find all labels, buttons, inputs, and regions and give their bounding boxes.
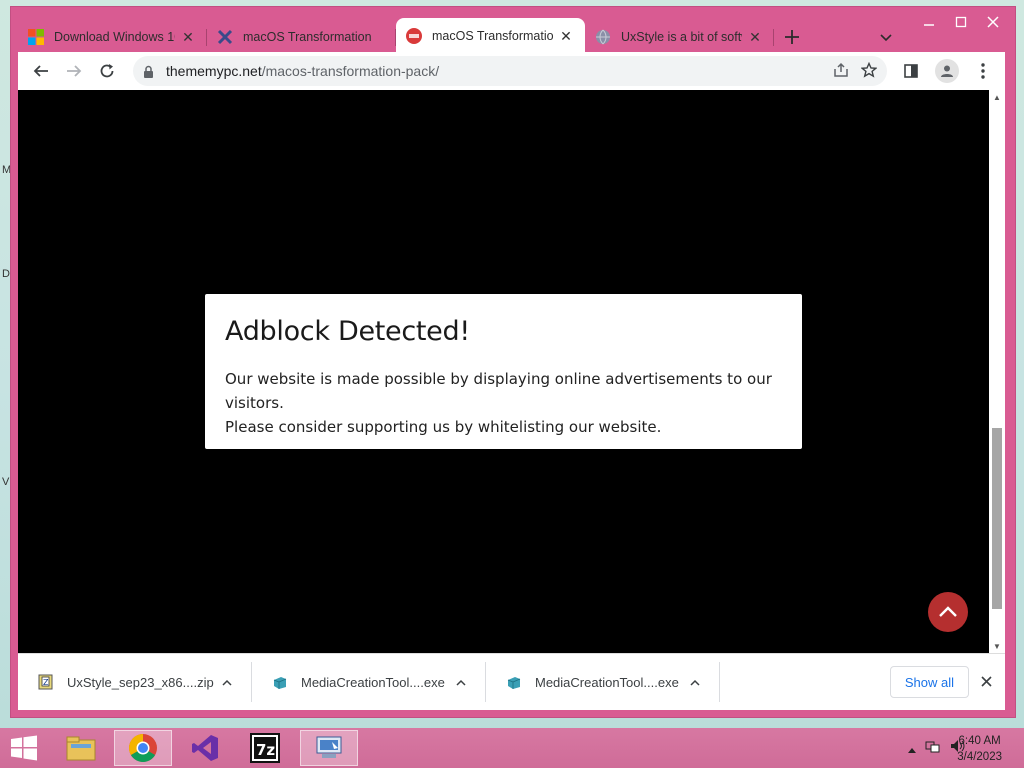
scrollbar-thumb[interactable] <box>992 428 1002 609</box>
adblock-modal: Adblock Detected! Our website is made po… <box>205 294 802 449</box>
network-icon[interactable] <box>925 739 941 758</box>
browser-toolbar: thememypc.net/macos-transformation-pack/ <box>18 52 1005 90</box>
chevron-up-icon[interactable] <box>219 679 235 686</box>
reload-button[interactable] <box>92 56 122 86</box>
tab-search-chevron-down-icon[interactable] <box>876 28 896 48</box>
tab-close-icon[interactable]: ✕ <box>179 29 197 46</box>
7zip-icon[interactable]: 7z <box>236 730 294 766</box>
new-tab-button[interactable] <box>774 20 810 54</box>
download-filename: MediaCreationTool....exe <box>301 674 445 690</box>
download-item[interactable]: Z UxStyle_sep23_x86....zip <box>18 662 252 702</box>
url-path: /macos-transformation-pack/ <box>261 63 440 79</box>
x-tools-icon <box>217 29 233 45</box>
download-filename: UxStyle_sep23_x86....zip <box>67 674 214 690</box>
tab-strip: Download Windows 10 ✕ macOS Transformati… <box>18 14 934 54</box>
visual-studio-icon[interactable] <box>176 730 234 766</box>
installer-icon <box>273 677 287 689</box>
thememypc-logo-icon <box>406 28 422 44</box>
zip-file-icon: Z <box>38 674 53 690</box>
modal-title: Adblock Detected! <box>225 316 470 347</box>
arrow-left-icon <box>33 65 48 77</box>
download-filename: MediaCreationTool....exe <box>535 674 679 690</box>
menu-kebab-icon[interactable] <box>969 57 997 85</box>
svg-text:7z: 7z <box>256 741 275 759</box>
tab-title: UxStyle is a bit of softw <box>621 30 742 44</box>
maximize-icon[interactable] <box>945 11 977 33</box>
address-bar[interactable]: thememypc.net/macos-transformation-pack/ <box>133 56 887 86</box>
start-windows-icon[interactable] <box>10 735 38 761</box>
bookmark-star-icon[interactable] <box>860 61 878 81</box>
close-window-icon[interactable] <box>977 11 1009 33</box>
clock-date: 3/4/2023 <box>957 751 1002 763</box>
modal-body-line-1: Our website is made possible by displayi… <box>225 370 772 412</box>
scroll-down-arrow-icon[interactable]: ▼ <box>993 642 1001 651</box>
avatar-icon <box>935 59 959 83</box>
arrow-right-icon <box>67 65 82 77</box>
tab-download-windows[interactable]: Download Windows 10 ✕ <box>18 20 207 54</box>
tab-title: Download Windows 10 <box>54 30 175 44</box>
scroll-to-top-button[interactable] <box>928 592 968 632</box>
download-item[interactable]: MediaCreationTool....exe <box>252 662 486 702</box>
modal-body-line-2: Please consider supporting us by whiteli… <box>225 418 662 436</box>
profile-button[interactable] <box>933 57 961 85</box>
chevron-up-icon <box>939 606 957 617</box>
tab-macos-transformation-active[interactable]: macOS Transformation ✕ <box>396 18 585 54</box>
show-all-downloads-button[interactable]: Show all <box>889 666 969 698</box>
globe-icon <box>595 29 611 45</box>
chevron-up-icon[interactable] <box>453 679 469 686</box>
tab-close-icon[interactable]: ✕ <box>557 28 575 45</box>
share-icon[interactable] <box>833 62 849 81</box>
svg-text:Z: Z <box>43 678 49 687</box>
page-scrollbar[interactable]: ▲ ▼ <box>989 90 1005 653</box>
installer-icon <box>507 677 521 689</box>
desktop-edge-letter: D <box>2 268 10 280</box>
chrome-icon[interactable] <box>114 730 172 766</box>
tab-macos-transformation-1[interactable]: macOS Transformation <box>207 20 396 54</box>
taskbar-clock[interactable]: 6:40 AM 3/4/2023 <box>957 733 1002 765</box>
taskbar: 7z 6:40 AM 3/4/2023 <box>0 728 1024 768</box>
page-viewport: Adblock Detected! Our website is made po… <box>18 90 989 653</box>
show-hidden-icons-icon[interactable] <box>908 740 916 758</box>
scroll-up-arrow-icon[interactable]: ▲ <box>993 93 1001 102</box>
download-item[interactable]: MediaCreationTool....exe <box>486 662 720 702</box>
file-explorer-icon[interactable] <box>52 730 110 766</box>
back-button[interactable] <box>26 56 56 86</box>
reload-icon <box>100 64 114 78</box>
clock-time: 6:40 AM <box>958 735 1001 747</box>
windows-logo-icon <box>28 29 44 45</box>
close-downloads-icon[interactable] <box>975 670 997 692</box>
desktop-edge-letter: V <box>2 476 10 488</box>
tab-uxstyle[interactable]: UxStyle is a bit of softw ✕ <box>585 20 774 54</box>
downloads-bar: Z UxStyle_sep23_x86....zip MediaCreation… <box>18 653 1005 710</box>
tab-close-icon[interactable]: ✕ <box>746 29 764 46</box>
forward-button[interactable] <box>59 56 89 86</box>
tab-title: macOS Transformation <box>432 29 553 43</box>
tab-title: macOS Transformation <box>243 30 372 44</box>
chevron-up-icon[interactable] <box>687 679 703 686</box>
lock-icon[interactable] <box>143 65 157 78</box>
url-host: thememypc.net <box>166 63 262 79</box>
control-panel-icon[interactable] <box>300 730 358 766</box>
side-panel-icon[interactable] <box>897 57 925 85</box>
